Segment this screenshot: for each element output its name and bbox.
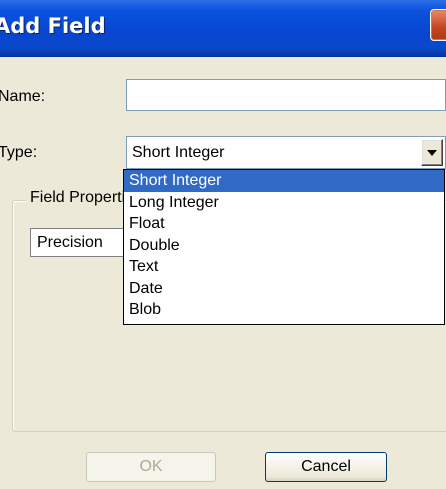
ok-button[interactable]: OK (86, 452, 216, 482)
title-bar: Add Field (0, 0, 446, 57)
dropdown-option[interactable]: Blob (124, 299, 444, 321)
type-select[interactable]: Short Integer (126, 136, 446, 169)
dropdown-option[interactable]: Double (124, 235, 444, 257)
close-icon[interactable] (430, 9, 446, 41)
type-dropdown-button[interactable] (421, 139, 443, 166)
dropdown-option[interactable]: Float (124, 213, 444, 235)
dropdown-option[interactable]: Date (124, 278, 444, 300)
property-cell-precision[interactable]: Precision (30, 228, 130, 257)
type-dropdown-list[interactable]: Short Integer Long Integer Float Double Text… (123, 169, 445, 325)
window-title: Add Field (0, 14, 106, 38)
cancel-button[interactable]: Cancel (265, 452, 387, 482)
type-label: Type: (0, 144, 38, 161)
field-properties-legend: Field Properties (26, 189, 128, 207)
dropdown-option[interactable]: Text (124, 256, 444, 278)
dropdown-option[interactable]: Long Integer (124, 192, 444, 214)
type-select-value: Short Integer (132, 144, 225, 161)
chevron-down-icon (427, 150, 437, 156)
dropdown-option[interactable]: Short Integer (124, 170, 444, 192)
name-label: Name: (0, 88, 46, 105)
name-input[interactable] (126, 79, 446, 111)
property-name: Precision (37, 234, 103, 251)
